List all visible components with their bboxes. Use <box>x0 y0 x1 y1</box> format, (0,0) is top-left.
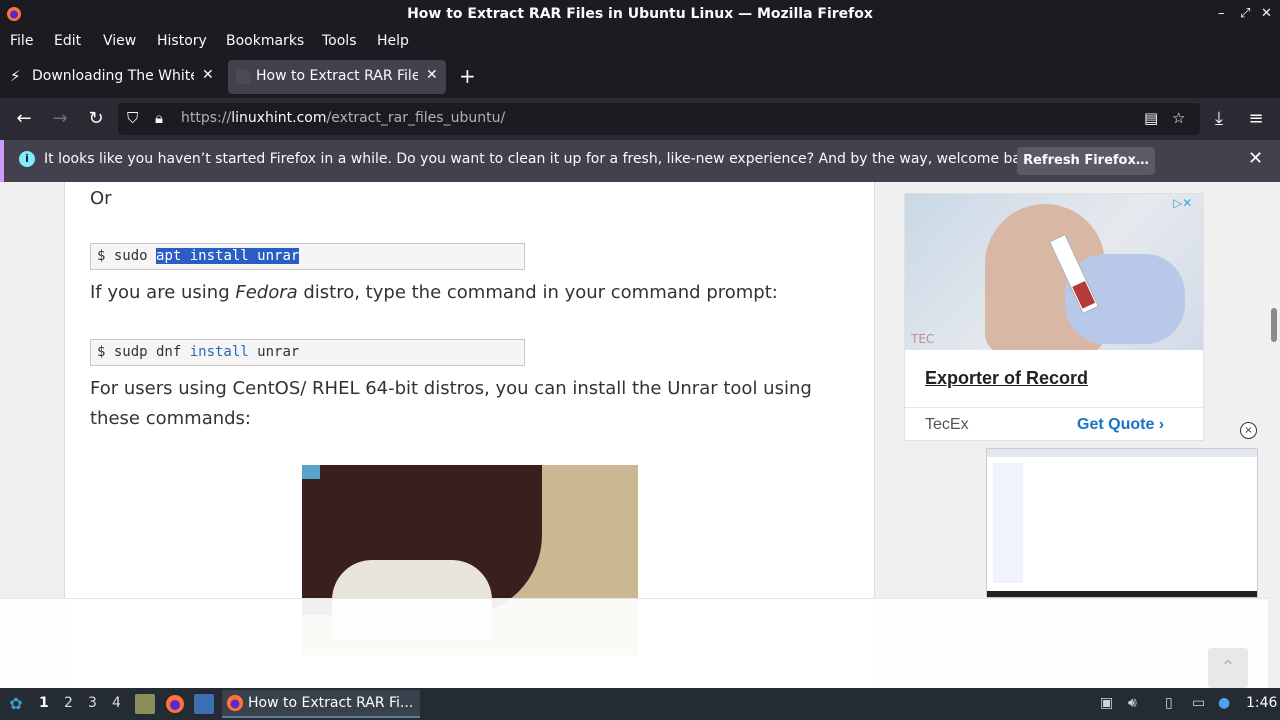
notification-message: It looks like you haven’t started Firefo… <box>44 151 1043 167</box>
scrollbar-thumb[interactable] <box>1271 308 1277 342</box>
start-menu-icon[interactable]: ✿ <box>6 694 26 714</box>
reader-view-icon[interactable]: ▤ <box>1144 109 1158 127</box>
updates-icon[interactable]: ● <box>1218 695 1230 711</box>
notification-bar: i It looks like you haven’t started Fire… <box>0 140 1280 182</box>
navigation-toolbar: ← → ↻ ⛉ 🔒︎ https://linuxhint.com/extract… <box>0 98 1280 140</box>
adchoices-icon[interactable]: ▷✕ <box>1173 196 1192 210</box>
window-titlebar: How to Extract RAR Files in Ubuntu Linux… <box>0 0 1280 29</box>
menu-help[interactable]: Help <box>377 33 409 49</box>
menu-bar: File Edit View History Bookmarks Tools H… <box>0 29 1280 54</box>
page-scrollbar[interactable] <box>1268 182 1280 688</box>
downloads-icon[interactable]: ⤓ <box>1207 107 1231 131</box>
menu-view[interactable]: View <box>103 33 136 49</box>
firefox-icon <box>226 694 244 712</box>
tab-label: Downloading The White House <box>32 68 194 84</box>
centos-paragraph: For users using CentOS/ RHEL 64-bit dist… <box>90 378 812 429</box>
or-text: Or <box>90 188 112 209</box>
info-icon: i <box>19 151 35 167</box>
tab-label: How to Extract RAR Files <box>256 68 418 84</box>
ad-close-icon[interactable]: × <box>1240 422 1257 439</box>
ad-image[interactable]: TEC <box>905 194 1203 350</box>
url-text[interactable]: https://linuxhint.com/extract_rar_files_… <box>181 110 505 126</box>
refresh-firefox-button[interactable]: Refresh Firefox… <box>1017 147 1155 175</box>
minimize-icon[interactable]: – <box>1218 6 1225 21</box>
workspace-3[interactable]: 3 <box>88 695 97 711</box>
new-tab-icon[interactable]: + <box>459 64 476 88</box>
tab-close-icon[interactable]: ✕ <box>202 67 214 83</box>
code-block-apt[interactable]: $ sudo apt install unrar <box>90 243 525 270</box>
workspace-1[interactable]: 1 <box>39 695 49 711</box>
menu-edit[interactable]: Edit <box>54 33 81 49</box>
scroll-to-top-icon[interactable]: ⌃ <box>1208 648 1248 688</box>
clipboard-icon[interactable]: ▣ <box>1100 695 1113 711</box>
volume-icon[interactable]: 🔊︎ <box>1128 695 1137 711</box>
web-page: Or $ sudo apt install unrar If you are u… <box>0 182 1280 688</box>
fedora-paragraph: If you are using Fedora distro, type the… <box>90 282 778 303</box>
terminal-icon[interactable] <box>194 694 214 714</box>
taskbar: ✿ 1 2 3 4 How to Extract RAR Fi... ▣ 🔊︎ … <box>0 688 1280 720</box>
reload-icon[interactable]: ↻ <box>84 107 108 131</box>
lock-icon[interactable]: 🔒︎ <box>155 109 163 127</box>
forward-icon[interactable]: → <box>48 107 72 131</box>
close-icon[interactable]: ✕ <box>1261 6 1272 21</box>
url-bar[interactable]: ⛉ 🔒︎ https://linuxhint.com/extract_rar_f… <box>118 103 1200 135</box>
back-icon[interactable]: ← <box>12 107 36 131</box>
file-manager-icon[interactable] <box>135 694 155 714</box>
advertisement[interactable]: TEC ▷✕ Exporter of Record TecEx Get Quot… <box>904 193 1204 441</box>
selected-text: apt install unrar <box>156 248 300 264</box>
maximize-icon[interactable]: ⤢ <box>1240 6 1250 21</box>
tab-extract-rar[interactable]: How to Extract RAR Files ✕ <box>228 60 446 94</box>
workspace-2[interactable]: 2 <box>64 695 73 711</box>
tab-strip: ⚡ Downloading The White House ✕ How to E… <box>0 56 1280 98</box>
bottom-ad-overlay <box>0 598 1280 688</box>
shield-icon[interactable]: ⛉ <box>127 109 138 127</box>
menu-bookmarks[interactable]: Bookmarks <box>226 33 304 49</box>
network-icon[interactable]: ▭ <box>1192 695 1205 711</box>
linuxhint-favicon-icon <box>236 70 250 84</box>
window-title: How to Extract RAR Files in Ubuntu Linux… <box>407 6 873 22</box>
notification-close-icon[interactable]: ✕ <box>1248 148 1263 169</box>
clock: 1:46 <box>1246 695 1278 711</box>
tab-close-icon[interactable]: ✕ <box>426 67 438 83</box>
hamburger-menu-icon[interactable]: ≡ <box>1244 107 1268 131</box>
ad-title[interactable]: Exporter of Record <box>925 368 1088 389</box>
notes-icon[interactable]: ▯ <box>1165 695 1173 711</box>
tab-downloading[interactable]: ⚡ Downloading The White House ✕ <box>4 60 222 94</box>
menu-tools[interactable]: Tools <box>322 33 357 49</box>
lightning-icon: ⚡ <box>10 67 21 85</box>
firefox-launcher-icon[interactable] <box>165 694 185 714</box>
ad-brand: TecEx <box>925 416 969 433</box>
menu-file[interactable]: File <box>10 33 33 49</box>
code-block-dnf[interactable]: $ sudp dnf install unrar <box>90 339 525 366</box>
bookmark-star-icon[interactable]: ☆ <box>1172 109 1185 127</box>
ad-screenshot-thumbnail[interactable] <box>986 448 1258 598</box>
ad-watermark: TEC <box>911 332 935 346</box>
video-badge-icon <box>302 465 320 479</box>
workspace-4[interactable]: 4 <box>112 695 121 711</box>
menu-history[interactable]: History <box>157 33 207 49</box>
taskbar-firefox-window[interactable]: How to Extract RAR Fi... <box>222 690 420 718</box>
get-quote-button[interactable]: Get Quote › <box>1077 416 1164 434</box>
